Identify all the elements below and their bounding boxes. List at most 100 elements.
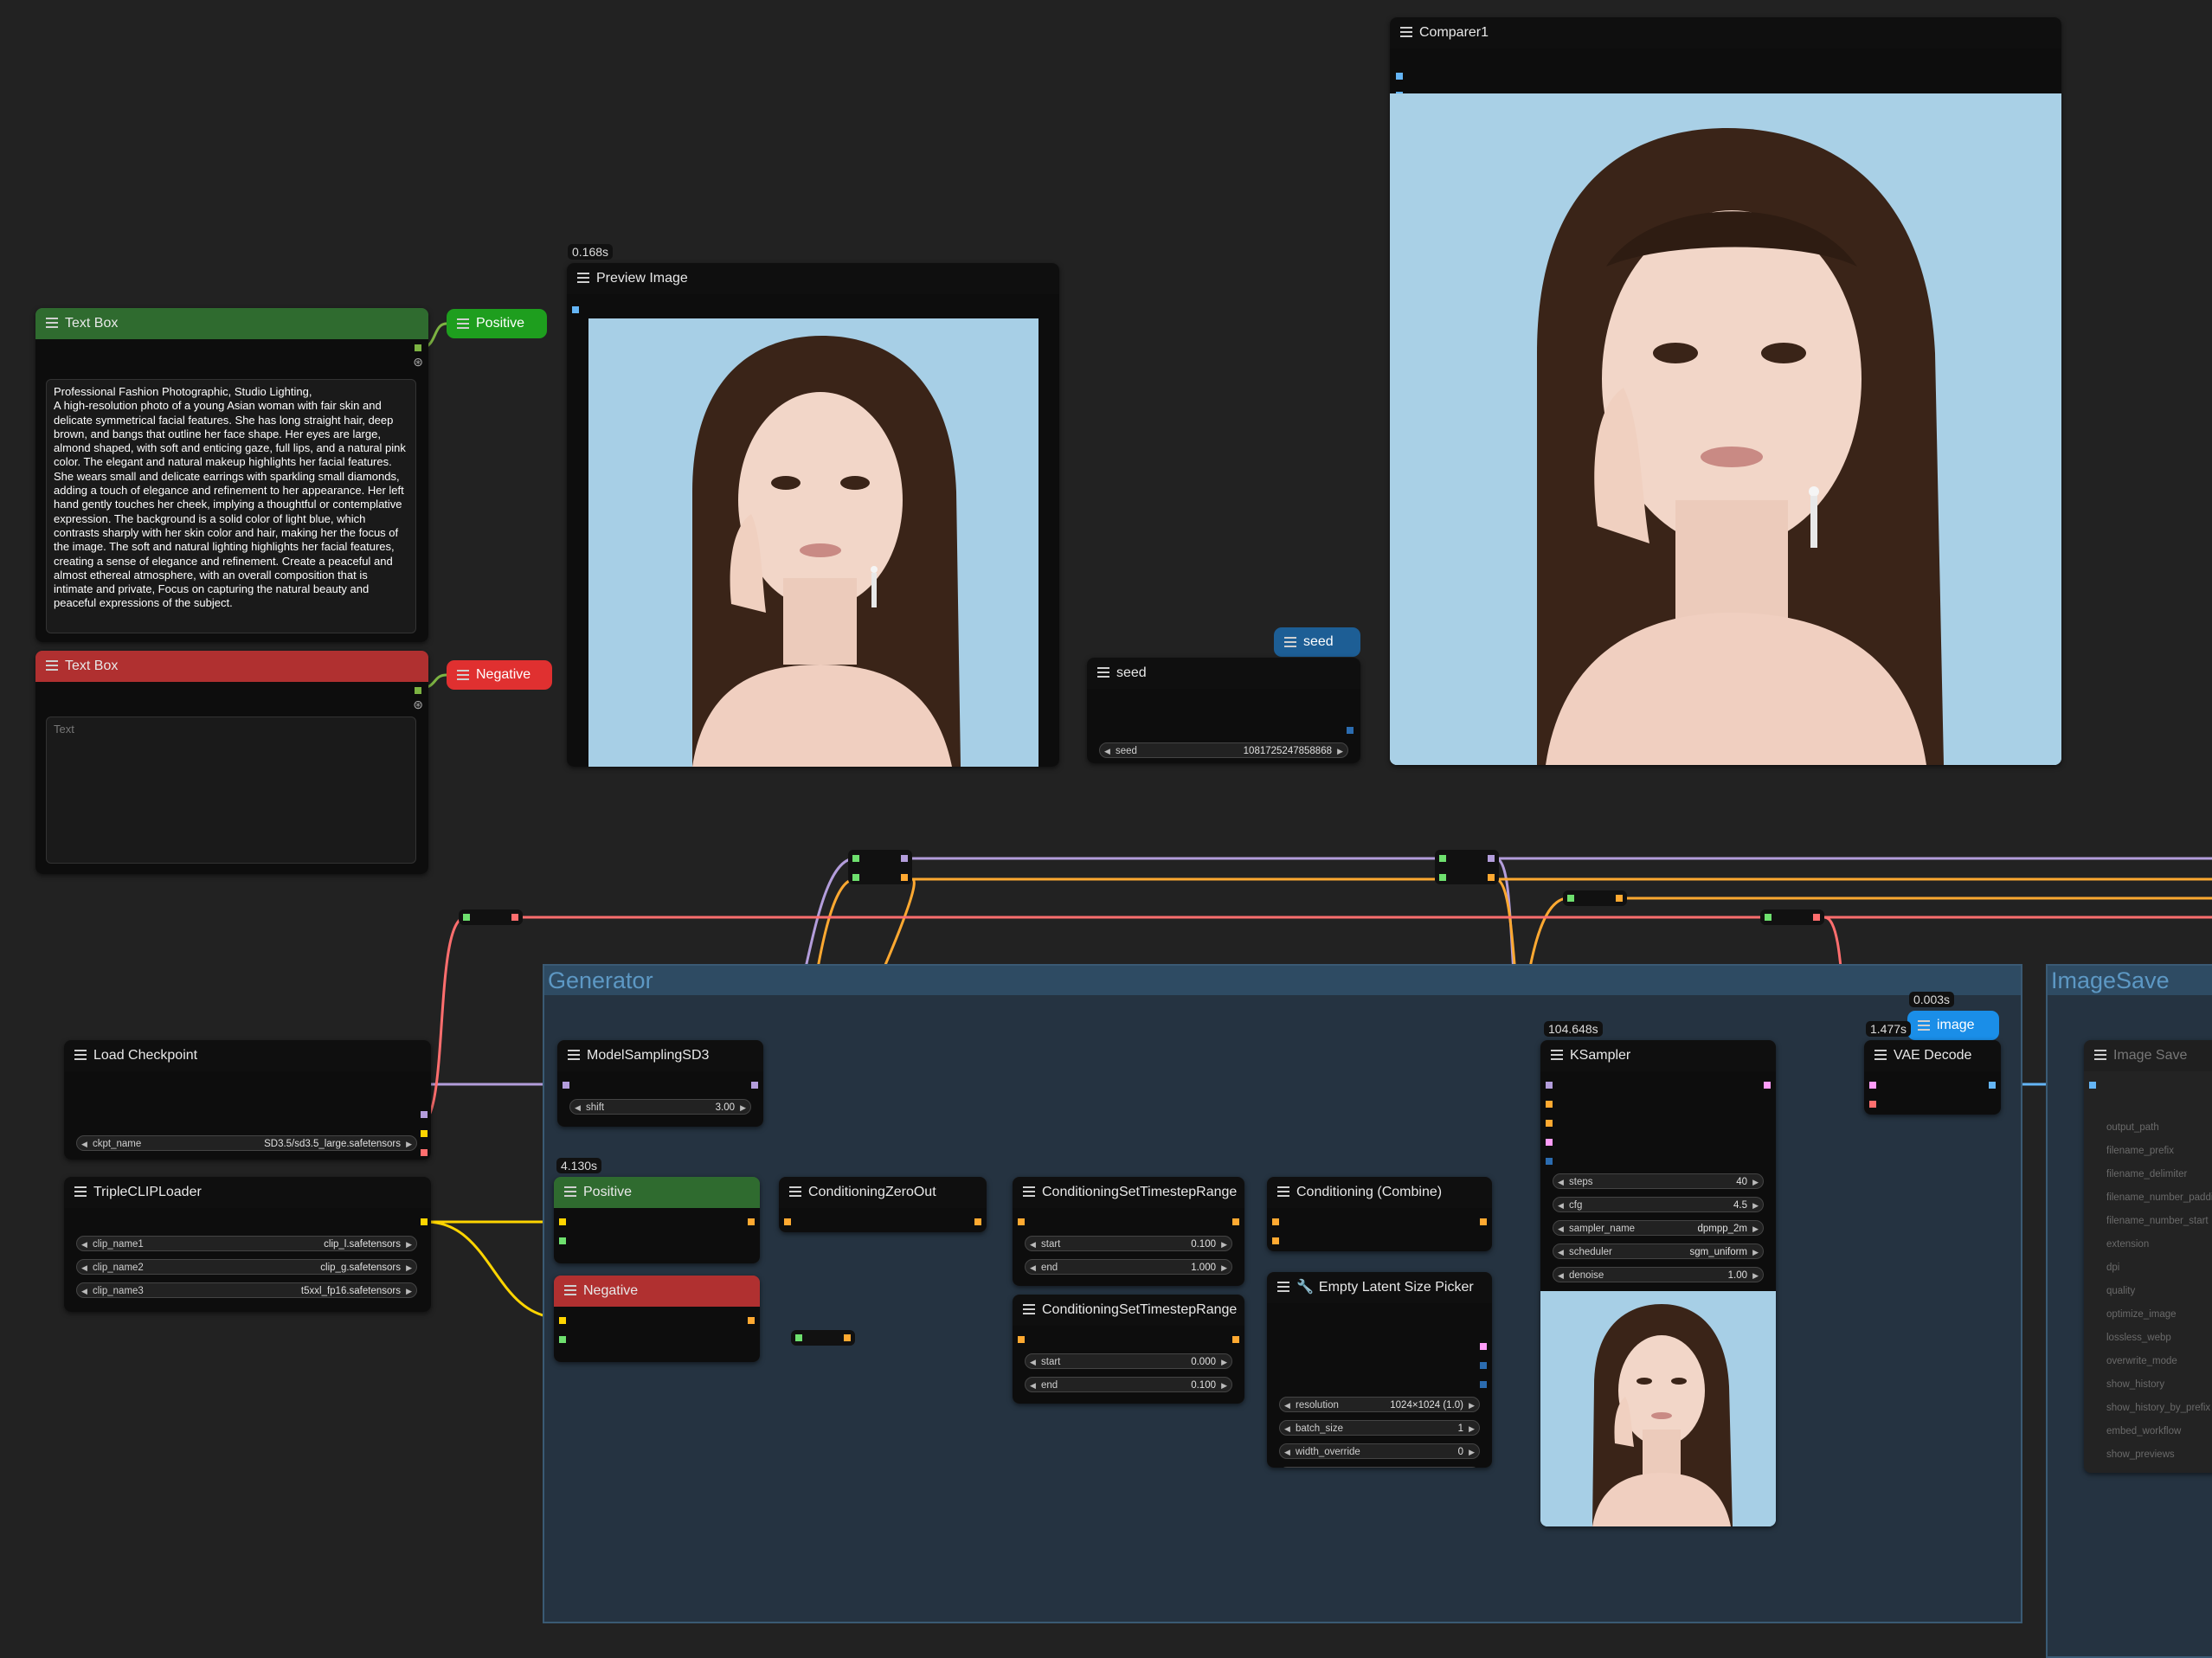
- conditioning-zero-out-node[interactable]: ConditioningZeroOut: [779, 1177, 987, 1232]
- hide-icon[interactable]: ⊛: [413, 697, 423, 712]
- comparer-image[interactable]: [1390, 93, 2061, 765]
- menu-icon[interactable]: [789, 1186, 801, 1199]
- node-title[interactable]: ConditioningSetTimestepRange: [1013, 1295, 1244, 1326]
- overwrite-mode-field[interactable]: overwrite_mode: [2106, 1352, 2212, 1371]
- node-title[interactable]: VAE Decode: [1864, 1040, 2001, 1071]
- steps-widget[interactable]: ◀ steps 40 ▶: [1553, 1173, 1764, 1189]
- filename-number-start-field[interactable]: filename_number_start: [2106, 1211, 2212, 1231]
- empty-latent-size-picker-node[interactable]: 🔧 Empty Latent Size Picker ◀ resolution 102…: [1267, 1272, 1492, 1468]
- quality-field[interactable]: quality: [2106, 1282, 2212, 1301]
- width-override-widget[interactable]: ◀ width_override 0 ▶: [1279, 1443, 1480, 1459]
- prompt-textarea[interactable]: Professional Fashion Photographic, Studi…: [46, 379, 416, 633]
- end-widget[interactable]: ◀ end 0.100 ▶: [1025, 1377, 1232, 1392]
- conditioning-combine-node[interactable]: Conditioning (Combine): [1267, 1177, 1492, 1251]
- ksampler-preview-image[interactable]: [1540, 1291, 1776, 1526]
- menu-icon[interactable]: [568, 1050, 580, 1062]
- menu-icon[interactable]: [46, 318, 58, 330]
- menu-icon[interactable]: [2094, 1050, 2106, 1062]
- node-title[interactable]: Load Checkpoint: [64, 1040, 431, 1071]
- menu-icon[interactable]: [564, 1285, 576, 1297]
- menu-icon[interactable]: [74, 1050, 87, 1062]
- node-title[interactable]: Positive: [554, 1177, 760, 1208]
- timestep-range-node-1[interactable]: ConditioningSetTimestepRange ◀ start 0.100…: [1013, 1177, 1244, 1286]
- node-title[interactable]: ConditioningSetTimestepRange: [1013, 1177, 1244, 1208]
- load-checkpoint-node[interactable]: Load Checkpoint ◀ ckpt_name SD3.5/sd3.5_la…: [64, 1040, 431, 1160]
- show-history-field[interactable]: show_history: [2106, 1375, 2212, 1394]
- negative-pill[interactable]: Negative: [447, 660, 552, 690]
- end-widget[interactable]: ◀ end 1.000 ▶: [1025, 1259, 1232, 1275]
- hide-icon[interactable]: ⊛: [413, 355, 423, 370]
- image-save-node[interactable]: Image Save output_path filename_prefix f…: [2084, 1040, 2212, 1473]
- comparer-node[interactable]: Comparer1: [1390, 17, 2061, 765]
- negative-encode-node[interactable]: Negative: [554, 1276, 760, 1362]
- image-pill[interactable]: image: [1907, 1011, 1999, 1040]
- node-title[interactable]: Preview Image: [567, 263, 1059, 294]
- menu-icon[interactable]: [577, 273, 589, 285]
- denoise-widget[interactable]: ◀ denoise 1.00 ▶: [1553, 1267, 1764, 1282]
- output-path-field[interactable]: output_path: [2106, 1118, 2212, 1137]
- model-sampling-sd3-node[interactable]: ModelSamplingSD3 ◀ shift 3.00 ▶: [557, 1040, 763, 1127]
- optimize-image-field[interactable]: optimize_image: [2106, 1305, 2212, 1324]
- menu-icon[interactable]: [1551, 1050, 1563, 1062]
- menu-icon[interactable]: [1277, 1282, 1289, 1294]
- menu-icon[interactable]: [1097, 667, 1109, 679]
- node-title[interactable]: Image Save: [2084, 1040, 2212, 1071]
- text-box-positive[interactable]: Text Box ⊛ Professional Fashion Photogra…: [35, 308, 428, 642]
- shift-widget[interactable]: ◀ shift 3.00 ▶: [569, 1099, 751, 1115]
- positive-encode-node[interactable]: Positive: [554, 1177, 760, 1263]
- embed-workflow-field[interactable]: embed_workflow: [2106, 1422, 2212, 1441]
- start-widget[interactable]: ◀ start 0.000 ▶: [1025, 1353, 1232, 1369]
- reroute-vae-2[interactable]: [1760, 909, 1824, 925]
- sampler-name-widget[interactable]: ◀ sampler_name dpmpp_2m ▶: [1553, 1220, 1764, 1236]
- extension-field[interactable]: extension: [2106, 1235, 2212, 1254]
- node-title[interactable]: Conditioning (Combine): [1267, 1177, 1492, 1208]
- node-title[interactable]: seed: [1087, 658, 1360, 689]
- lossless-webp-field[interactable]: lossless_webp: [2106, 1328, 2212, 1347]
- seed-pill[interactable]: seed: [1274, 627, 1360, 657]
- filename-delimiter-field[interactable]: filename_delimiter: [2106, 1165, 2212, 1184]
- preview-image-node[interactable]: Preview Image: [567, 263, 1059, 767]
- reroute-cond-3[interactable]: [1563, 890, 1627, 906]
- node-title[interactable]: Text Box: [35, 651, 428, 682]
- clip-name2-widget[interactable]: ◀ clip_name2 clip_g.safetensors ▶: [76, 1259, 417, 1275]
- clip-name3-widget[interactable]: ◀ clip_name3 t5xxl_fp16.safetensors ▶: [76, 1282, 417, 1298]
- node-title[interactable]: Text Box: [35, 308, 428, 339]
- cfg-widget[interactable]: ◀ cfg 4.5 ▶: [1553, 1197, 1764, 1212]
- timestep-range-node-2[interactable]: ConditioningSetTimestepRange ◀ start 0.000…: [1013, 1295, 1244, 1404]
- ckpt-name-widget[interactable]: ◀ ckpt_name SD3.5/sd3.5_large.safetensors ▶: [76, 1135, 417, 1151]
- menu-icon[interactable]: [1277, 1186, 1289, 1199]
- filename-prefix-field[interactable]: filename_prefix: [2106, 1141, 2212, 1160]
- start-widget[interactable]: ◀ start 0.100 ▶: [1025, 1236, 1232, 1251]
- dpi-field[interactable]: dpi: [2106, 1258, 2212, 1277]
- seed-node[interactable]: seed ◀seed1081725247858868▶ ◀control_aft…: [1087, 658, 1360, 763]
- node-title[interactable]: ConditioningZeroOut: [779, 1177, 987, 1208]
- filename-number-padding-field[interactable]: filename_number_padding: [2106, 1188, 2212, 1207]
- node-title[interactable]: Comparer1: [1390, 17, 2061, 48]
- node-title[interactable]: TripleCLIPLoader: [64, 1177, 431, 1208]
- menu-icon[interactable]: [46, 660, 58, 672]
- reroute-model-cond-2[interactable]: [1435, 850, 1499, 884]
- height-override-widget[interactable]: ◀height_override0▶: [1279, 1467, 1480, 1468]
- show-history-by-prefix-field[interactable]: show_history_by_prefix: [2106, 1398, 2212, 1417]
- resolution-widget[interactable]: ◀ resolution 1024×1024 (1.0) ▶: [1279, 1397, 1480, 1412]
- menu-icon[interactable]: [74, 1186, 87, 1199]
- menu-icon[interactable]: [1023, 1186, 1035, 1199]
- seed-widget[interactable]: ◀ seed 1081725247858868 ▶: [1099, 742, 1348, 758]
- node-title[interactable]: 🔧 Empty Latent Size Picker: [1267, 1272, 1492, 1303]
- menu-icon[interactable]: [1400, 27, 1412, 39]
- positive-pill[interactable]: Positive: [447, 309, 547, 338]
- node-title[interactable]: KSampler: [1540, 1040, 1776, 1071]
- clip-name1-widget[interactable]: ◀ clip_name1 clip_l.safetensors ▶: [76, 1236, 417, 1251]
- vae-decode-node[interactable]: VAE Decode: [1864, 1040, 2001, 1115]
- reroute-model-cond[interactable]: [848, 850, 912, 884]
- node-title[interactable]: Negative: [554, 1276, 760, 1307]
- show-previews-field[interactable]: show_previews: [2106, 1445, 2212, 1464]
- batch-size-widget[interactable]: ◀ batch_size 1 ▶: [1279, 1420, 1480, 1436]
- triple-clip-loader-node[interactable]: TripleCLIPLoader ◀ clip_name1 clip_l.safet…: [64, 1177, 431, 1312]
- ksampler-node[interactable]: KSampler ◀ steps 40 ▶ ◀ cfg 4.5 ▶ ◀ sampler_nam…: [1540, 1040, 1776, 1526]
- negative-textarea[interactable]: Text: [46, 717, 416, 864]
- reroute-vae[interactable]: [459, 909, 523, 925]
- reroute-negative[interactable]: [791, 1330, 855, 1346]
- scheduler-widget[interactable]: ◀ scheduler sgm_uniform ▶: [1553, 1244, 1764, 1259]
- menu-icon[interactable]: [564, 1186, 576, 1199]
